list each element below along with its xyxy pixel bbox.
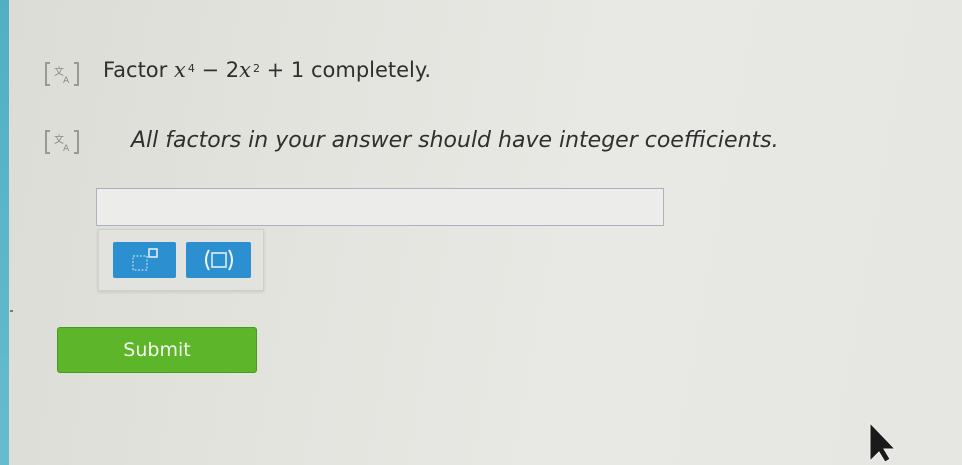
mouse-pointer-icon (869, 421, 896, 463)
svg-text:A: A (63, 144, 70, 154)
parentheses-button[interactable] (186, 242, 251, 278)
question-variable: x (173, 58, 186, 82)
math-toolbar (98, 229, 264, 291)
answer-input[interactable] (96, 188, 664, 226)
question-exponent: 4 (187, 62, 195, 75)
submit-button[interactable]: Submit (57, 327, 257, 373)
parentheses-icon (204, 249, 233, 271)
question-suffix: + 1 completely. (259, 58, 431, 82)
page-left-strip (0, 0, 9, 465)
question-variable: x (239, 58, 251, 82)
translate-icon[interactable]: 文 A (44, 128, 80, 156)
screen-speck (10, 310, 13, 312)
question-text: Factor x 4 − 2 x 2 + 1 completely. (103, 58, 431, 82)
translate-icon[interactable]: 文 A (44, 60, 80, 88)
question-prefix: Factor (103, 58, 168, 82)
svg-text:A: A (63, 76, 70, 86)
question-operator: − 2 (194, 58, 240, 82)
question-exponent: 2 (252, 62, 260, 75)
superscript-box-icon (131, 248, 158, 271)
instruction-text: All factors in your answer should have i… (131, 128, 779, 153)
exponent-button[interactable] (113, 242, 176, 278)
